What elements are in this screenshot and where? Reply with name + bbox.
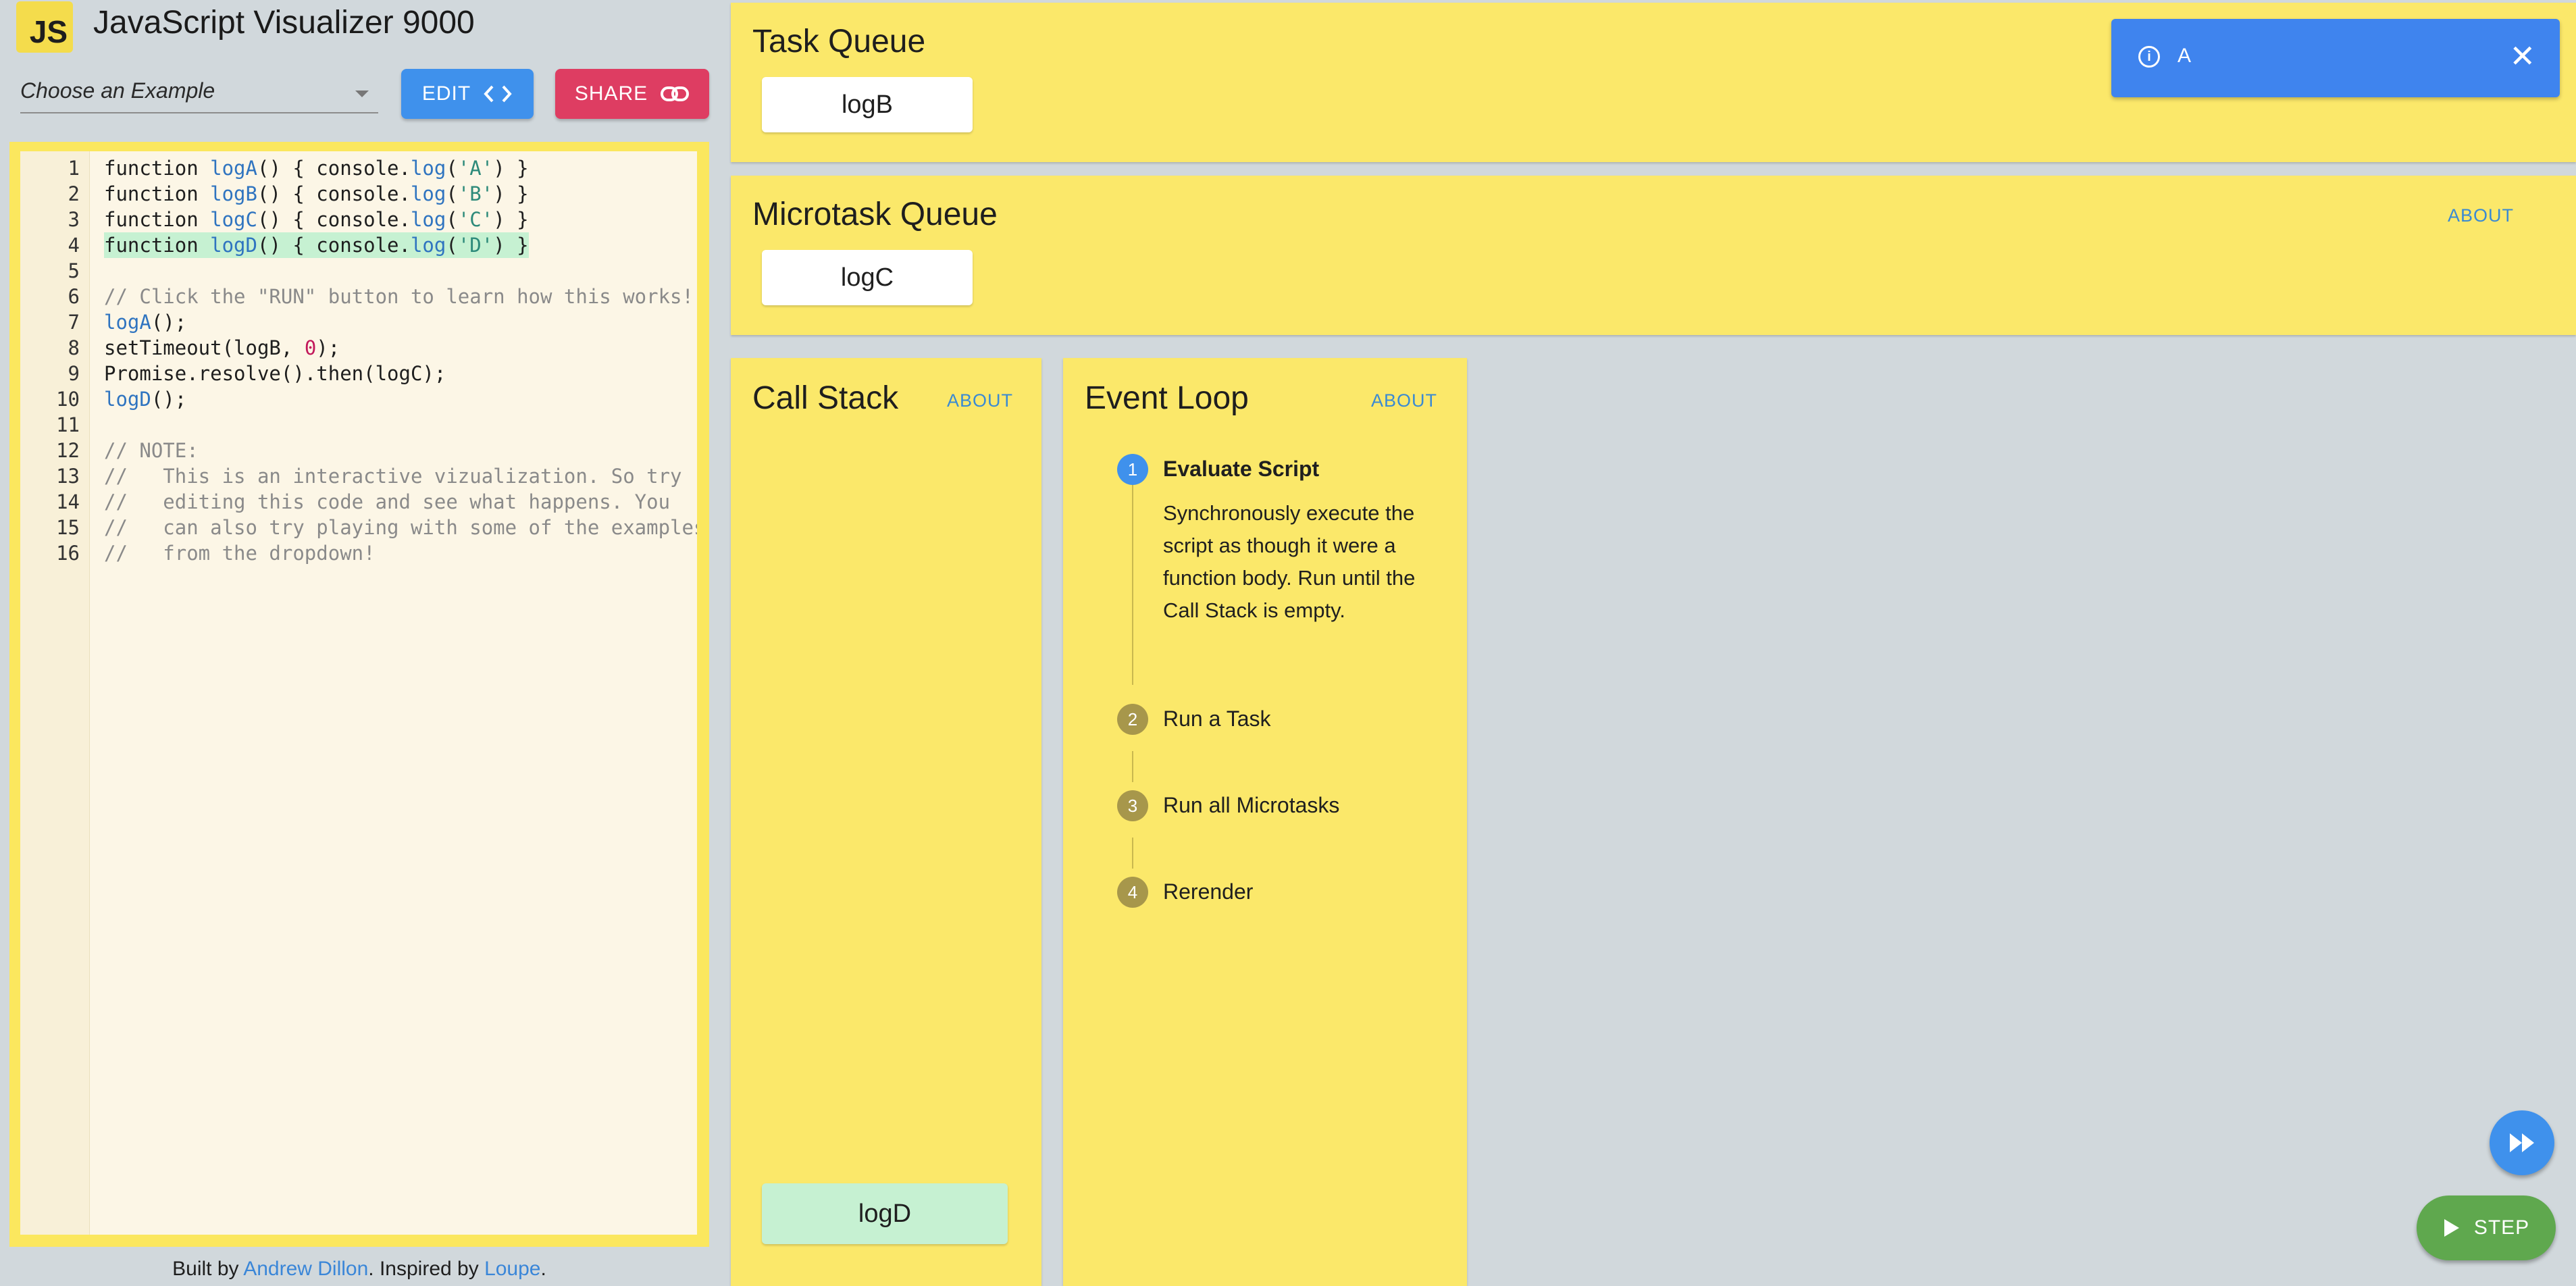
event-loop-about-link[interactable]: ABOUT (1371, 390, 1437, 411)
step-button[interactable]: STEP (2417, 1195, 2556, 1260)
line-number: 14 (56, 490, 80, 513)
microtask-queue-panel: Microtask Queue ABOUT logC (731, 176, 2576, 335)
line-number: 5 (68, 259, 80, 282)
line-source: logA(); (104, 311, 187, 334)
code-line[interactable]: 2 function logB() { console.log('B') } (20, 181, 697, 207)
info-icon: i (2138, 46, 2160, 68)
edit-button-label: EDIT (421, 82, 471, 105)
microtask-about-link[interactable]: ABOUT (2448, 205, 2514, 226)
code-line[interactable]: 11 (20, 412, 697, 438)
call-stack-about-link[interactable]: ABOUT (947, 390, 1013, 411)
code-line[interactable]: 10 logD(); (20, 386, 697, 412)
code-line[interactable]: 13 // This is an interactive vizualizatio… (20, 463, 697, 489)
event-loop-step-description: Synchronously execute the script as thou… (1163, 501, 1416, 622)
line-number: 7 (68, 311, 80, 334)
example-dropdown-label: Choose an Example (20, 78, 215, 103)
code-line[interactable]: 15 // can also try playing with some of t… (20, 515, 697, 540)
call-stack-panel: Call Stack ABOUT logD (731, 358, 1041, 1286)
line-number: 11 (56, 413, 80, 436)
line-source: // NOTE: (104, 439, 199, 462)
task-queue-item: logB (762, 77, 973, 132)
call-stack-frame: logD (762, 1183, 1008, 1244)
step-connector (1132, 462, 1133, 685)
line-source: function logB() { console.log('B') } (104, 182, 529, 205)
line-number: 8 (68, 336, 80, 359)
line-source: // can also try playing with some of the… (104, 516, 697, 539)
share-button[interactable]: SHARE (555, 69, 709, 119)
line-number: 1 (68, 157, 80, 180)
line-source: // Click the "RUN" button to learn how t… (104, 285, 694, 308)
share-button-label: SHARE (574, 82, 648, 105)
code-line[interactable]: 5 (20, 258, 697, 284)
step-connector (1132, 838, 1133, 869)
code-editor[interactable]: 1 function logA() { console.log('A') } 2 fu… (20, 151, 697, 1235)
task-queue-title: Task Queue (752, 24, 926, 59)
line-number: 9 (68, 362, 80, 385)
code-icon (484, 85, 512, 103)
call-stack-title: Call Stack (752, 380, 899, 416)
code-line[interactable]: 8 setTimeout(logB, 0); (20, 335, 697, 361)
code-line[interactable]: 4 function logD() { console.log('D') } (20, 232, 697, 258)
example-dropdown[interactable]: Choose an Example (20, 72, 378, 113)
line-source: Promise.resolve().then(logC); (104, 362, 446, 385)
code-line[interactable]: 9 Promise.resolve().then(logC); (20, 361, 697, 386)
step-button-label: STEP (2473, 1216, 2530, 1239)
line-source: function logD() { console.log('D') } (104, 232, 529, 258)
play-icon (2444, 1219, 2459, 1237)
line-number: 13 (56, 465, 80, 488)
fast-forward-button[interactable] (2490, 1110, 2554, 1175)
close-icon[interactable]: ✕ (2509, 39, 2535, 73)
line-number: 12 (56, 439, 80, 462)
edit-button[interactable]: EDIT (401, 69, 534, 119)
code-line[interactable]: 3 function logC() { console.log('C') } (20, 207, 697, 232)
toast-message: A (2178, 45, 2192, 67)
line-number: 2 (68, 182, 80, 205)
line-source: // editing this code and see what happen… (104, 490, 671, 513)
line-source: setTimeout(logB, 0); (104, 336, 340, 359)
line-number: 10 (56, 388, 80, 411)
fast-forward-icon (2510, 1133, 2534, 1152)
footer: Built by Andrew Dillon. Inspired by Loup… (172, 1258, 546, 1280)
code-line[interactable]: 14 // editing this code and see what happ… (20, 489, 697, 515)
link-icon (661, 86, 690, 101)
app-title: JavaScript Visualizer 9000 (93, 5, 475, 41)
code-line[interactable]: 7 logA(); (20, 309, 697, 335)
loupe-link[interactable]: Loupe (484, 1258, 540, 1280)
log-toast: i A ✕ (2111, 19, 2560, 97)
code-line[interactable]: 6 // Click the "RUN" button to learn how … (20, 284, 697, 309)
line-source: function logA() { console.log('A') } (104, 157, 529, 180)
line-number: 6 (68, 285, 80, 308)
line-source: function logC() { console.log('C') } (104, 208, 529, 231)
event-loop-title: Event Loop (1085, 380, 1249, 416)
code-editor-frame: 1 function logA() { console.log('A') } 2 fu… (9, 142, 709, 1247)
step-connector (1132, 751, 1133, 782)
line-number: 15 (56, 516, 80, 539)
event-loop-panel: Event Loop ABOUT 1 Evaluate Script Synch… (1063, 358, 1467, 1286)
line-source: // from the dropdown! (104, 542, 376, 565)
chevron-down-icon (355, 91, 369, 97)
line-number: 4 (68, 234, 80, 257)
js-logo: JS (16, 1, 73, 53)
line-source: logD(); (104, 388, 187, 411)
code-line[interactable]: 16 // from the dropdown! (20, 540, 697, 566)
line-number: 3 (68, 208, 80, 231)
line-number: 16 (56, 542, 80, 565)
code-line[interactable]: 12 // NOTE: (20, 438, 697, 463)
line-source: // This is an interactive vizualization.… (104, 465, 682, 488)
microtask-queue-item: logC (762, 250, 973, 305)
microtask-queue-title: Microtask Queue (752, 197, 998, 232)
code-line[interactable]: 1 function logA() { console.log('A') } (20, 155, 697, 181)
author-link[interactable]: Andrew Dillon (243, 1258, 368, 1280)
